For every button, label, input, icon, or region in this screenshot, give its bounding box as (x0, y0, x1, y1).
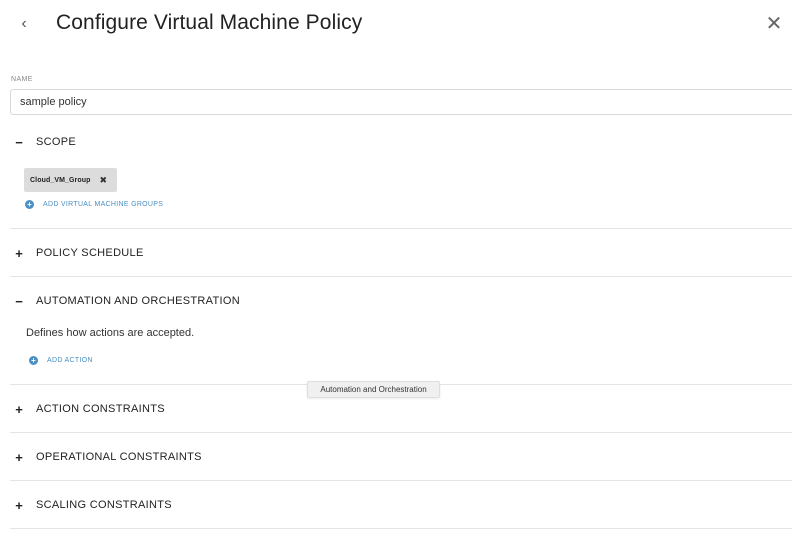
expand-icon: + (15, 497, 23, 513)
divider (10, 276, 792, 277)
divider (10, 528, 792, 529)
collapse-icon: − (15, 134, 23, 150)
divider (10, 228, 792, 229)
section-title-action-constraints: ACTION CONSTRAINTS (36, 403, 165, 415)
policy-config-page: ‹ Configure Virtual Machine Policy ✕ NAM… (0, 0, 792, 560)
close-icon[interactable]: ✕ (764, 12, 784, 36)
section-title-scaling-constraints: SCALING CONSTRAINTS (36, 499, 172, 511)
add-vm-groups-link[interactable]: + ADD VIRTUAL MACHINE GROUPS (25, 200, 163, 209)
section-automation-header[interactable]: − AUTOMATION AND ORCHESTRATION (10, 290, 792, 312)
section-title-scope: SCOPE (36, 136, 77, 148)
automation-description: Defines how actions are accepted. (26, 327, 195, 339)
back-icon[interactable]: ‹ (16, 12, 32, 36)
remove-chip-icon[interactable]: ✖ (100, 175, 108, 185)
tooltip: Automation and Orchestration (307, 381, 440, 398)
section-scaling-constraints-header[interactable]: + SCALING CONSTRAINTS (10, 494, 792, 516)
add-action-label: ADD ACTION (47, 357, 93, 364)
expand-icon: + (15, 245, 23, 261)
divider (10, 432, 792, 433)
name-input[interactable] (10, 89, 792, 115)
section-title-automation: AUTOMATION AND ORCHESTRATION (36, 295, 240, 307)
add-vm-groups-label: ADD VIRTUAL MACHINE GROUPS (43, 201, 164, 208)
chip-label: Cloud_VM_Group (30, 176, 91, 184)
divider (10, 480, 792, 481)
page-title: Configure Virtual Machine Policy (56, 11, 363, 34)
section-scope-header[interactable]: − SCOPE (10, 131, 792, 153)
collapse-icon: − (15, 293, 23, 309)
section-operational-constraints-header[interactable]: + OPERATIONAL CONSTRAINTS (10, 446, 792, 468)
section-policy-schedule-header[interactable]: + POLICY SCHEDULE (10, 242, 792, 264)
add-circle-icon: + (25, 200, 34, 209)
section-title-operational-constraints: OPERATIONAL CONSTRAINTS (36, 451, 202, 463)
expand-icon: + (15, 449, 23, 465)
add-action-link[interactable]: + ADD ACTION (29, 356, 93, 365)
section-action-constraints-header[interactable]: + ACTION CONSTRAINTS (10, 398, 792, 420)
add-circle-icon: + (29, 356, 38, 365)
vm-group-chip: Cloud_VM_Group ✖ (24, 168, 117, 192)
name-label: NAME (11, 76, 33, 83)
section-title-policy-schedule: POLICY SCHEDULE (36, 247, 144, 259)
expand-icon: + (15, 401, 23, 417)
